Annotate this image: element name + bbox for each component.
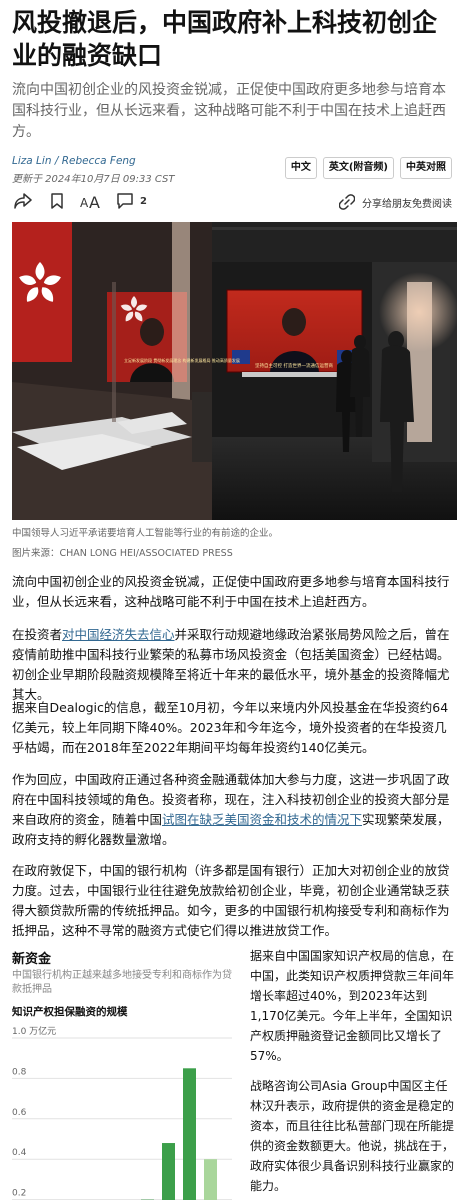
paragraph: 据来自Dealogic的信息，截至10月初，今年以来境内外风投基金在华投资约64…	[12, 700, 449, 755]
bookmark-icon[interactable]	[46, 191, 68, 211]
tab-chinese[interactable]: 中文	[284, 157, 317, 179]
y-tick-label: 0.2	[12, 1189, 26, 1199]
paragraph: 据来自中国国家知识产权局的信息，在中国，此类知识产权质押贷款三年间年增长率超过4…	[250, 949, 455, 1063]
photo-credit: 图片来源：CHAN LONG HEI/ASSOCIATED PRESS	[12, 548, 233, 559]
chart-bar	[162, 1143, 175, 1200]
tab-bilingual[interactable]: 中英对照	[400, 157, 452, 179]
chart-graphic: 新资金 中国银行机构正越来越多地接受专利和商标作为贷款抵押品 知识产权担保融资的…	[12, 948, 237, 1200]
svg-text:A: A	[89, 193, 100, 209]
byline-separator: /	[51, 155, 62, 167]
chart-title: 知识产权担保融资的规模	[12, 1006, 128, 1018]
exhibition-hall-photo: 坚持自主可控 打造世界一流通信运营商 立足新发展阶段 贯彻新发展理念 构建新发展…	[12, 222, 457, 520]
byline: Liza Lin / Rebecca Feng	[12, 155, 136, 167]
link-icon	[336, 192, 358, 212]
author-link[interactable]: Liza Lin	[12, 155, 51, 167]
font-size-icon[interactable]: AA	[80, 191, 102, 211]
tab-english-audio[interactable]: 英文(附音频)	[322, 157, 394, 179]
graphic-title: 新资金	[12, 952, 52, 967]
y-tick-label: 0.6	[12, 1108, 27, 1118]
update-timestamp: 更新于 2024年10月7日 09:33 CST	[12, 174, 175, 185]
inline-link[interactable]: 对中国经济失去信心	[62, 627, 175, 642]
screen-text: 坚持自主可控 打造世界一流通信运营商	[255, 362, 333, 369]
gift-article-button[interactable]: 分享给朋友免费阅读	[336, 192, 452, 212]
share-icon[interactable]	[12, 191, 34, 211]
paragraph: 作为回应，中国政府正通过各种资金融通载体加大参与力度，这进一步巩固了政府在中国科…	[12, 770, 452, 850]
y-tick-label: 0.8	[12, 1067, 27, 1077]
chart-bar	[183, 1068, 196, 1200]
banner-text: 立足新发展阶段 贯彻新发展理念 构建新发展格局 推动高质量发展	[124, 357, 240, 363]
graphic-subtitle: 中国银行机构正越来越多地接受专利和商标作为贷款抵押品	[12, 970, 232, 995]
gift-article-label: 分享给朋友免费阅读	[362, 198, 452, 210]
paragraph-text: 在投资者	[12, 627, 63, 642]
y-tick-label: 1.0 万亿元	[12, 1025, 56, 1037]
chart-bar	[204, 1159, 217, 1200]
inline-link[interactable]: 试图在缺乏美国资金和技术的情况下	[162, 812, 362, 827]
lead-photo: 坚持自主可控 打造世界一流通信运营商 立足新发展阶段 贯彻新发展理念 构建新发展…	[12, 222, 457, 520]
comment-count[interactable]: 2	[140, 196, 147, 207]
photo-caption: 中国领导人习近平承诺要培育人工智能等行业的有前途的企业。	[12, 528, 279, 539]
paragraph: 在政府敦促下，中国的银行机构（许多都是国有银行）正加大对初创企业的放贷力度。过去…	[12, 863, 450, 938]
article-standfirst: 流向中国初创企业的风投资金锐减，正促使中国政府更多地参与培育本国科技行业，但从长…	[12, 82, 446, 140]
bar-chart: 1.0 万亿元 0.8 0.6 0.4 0.2	[12, 1025, 232, 1200]
paragraph: 战略咨询公司Asia Group中国区主任林汉升表示，政府提供的资金是稳定的资本…	[250, 1079, 455, 1193]
paragraph: 流向中国初创企业的风投资金锐减，正促使中国政府更多地参与培育本国科技行业，但从长…	[12, 574, 450, 609]
comment-icon[interactable]	[114, 191, 136, 211]
paragraph: 在投资者对中国经济失去信心并采取行动规避地缘政治紧张局势风险之后，曾在疫情前助推…	[12, 625, 452, 705]
language-tabs: 中文 英文(附音频) 中英对照	[284, 157, 452, 179]
article-headline: 风投撤退后，中国政府补上科技初创企业的融资缺口	[12, 8, 438, 70]
y-tick-label: 0.4	[12, 1148, 27, 1158]
author-link[interactable]: Rebecca Feng	[62, 155, 136, 167]
article-toolbar: AA 2 分享给朋友免费阅读	[12, 190, 452, 212]
svg-text:A: A	[80, 196, 89, 209]
